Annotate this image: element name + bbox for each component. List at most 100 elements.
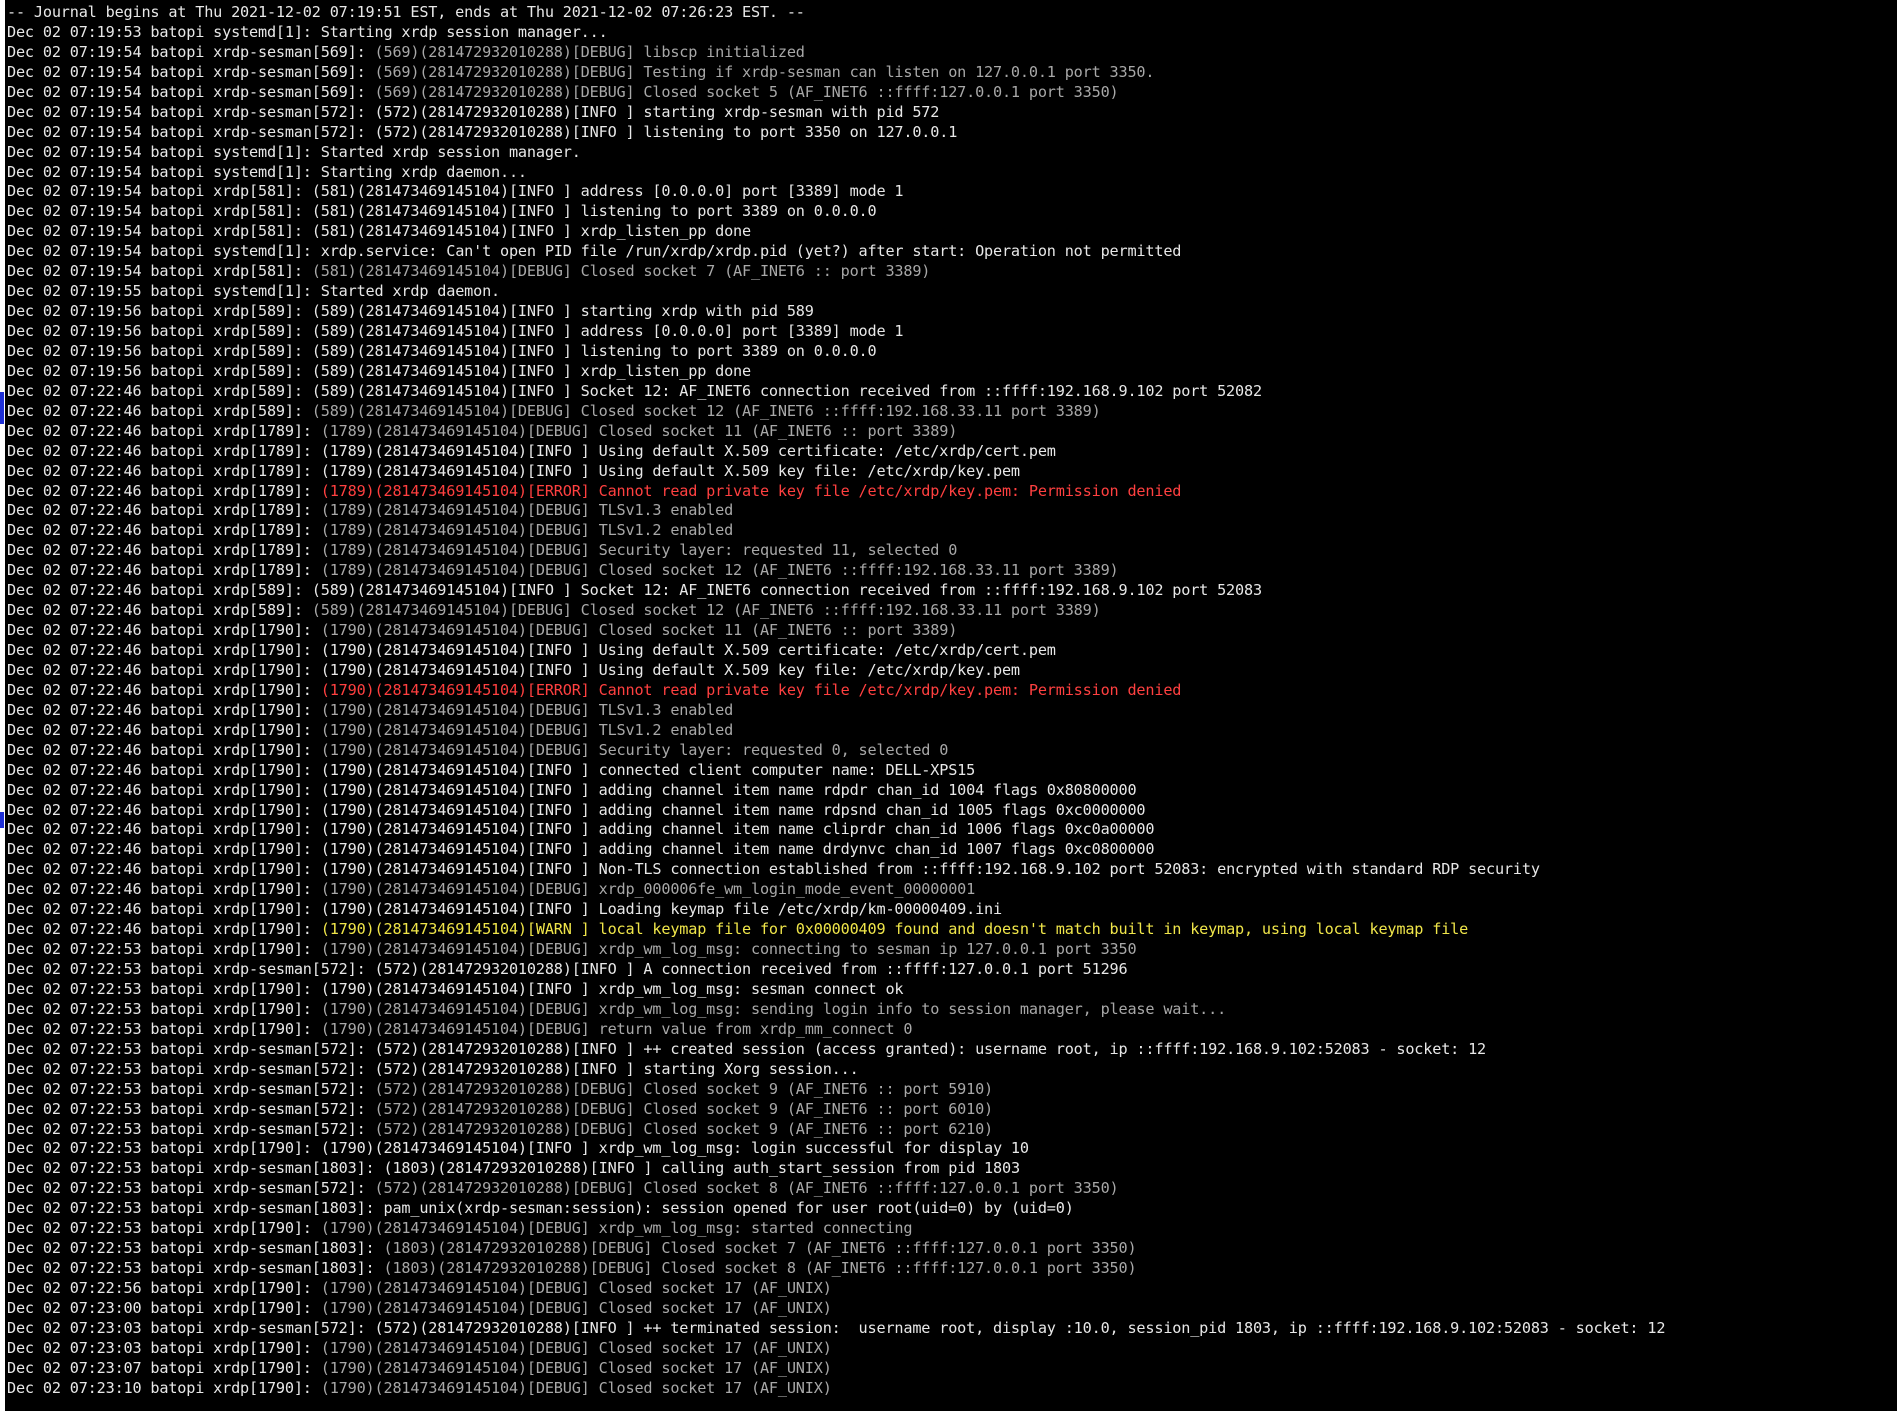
log-line-message: (1789)(281473469145104)[INFO ] Using def…	[320, 461, 1020, 480]
log-line: Dec 02 07:22:53 batopi xrdp-sesman[572]:…	[7, 1120, 1897, 1140]
log-line-prefix: Dec 02 07:22:53 batopi xrdp-sesman[572]:	[7, 1179, 375, 1198]
log-line-prefix: Dec 02 07:19:54 batopi xrdp-sesman[572]:	[7, 122, 375, 141]
log-line-message: (1790)(281473469145104)[INFO ] xrdp_wm_l…	[320, 979, 904, 998]
log-line-prefix: Dec 02 07:19:54 batopi xrdp[581]:	[7, 182, 312, 201]
log-line: Dec 02 07:19:54 batopi xrdp[581]: (581)(…	[7, 262, 1897, 282]
log-line-prefix: Dec 02 07:22:46 batopi xrdp[1790]:	[7, 880, 321, 899]
log-line-message: (589)(281473469145104)[INFO ] address [0…	[311, 322, 904, 340]
log-line: Dec 02 07:22:46 batopi xrdp[1789]: (1789…	[7, 521, 1897, 541]
log-line-prefix: Dec 02 07:19:56 batopi xrdp[589]:	[7, 341, 312, 360]
log-line: Dec 02 07:22:46 batopi xrdp[1790]: (1790…	[7, 661, 1897, 681]
log-line-message: (1790)(281473469145104)[INFO ] Non-TLS c…	[320, 860, 1540, 879]
log-line-message: (1803)(281472932010288)[DEBUG] Closed so…	[383, 1239, 1137, 1258]
log-line: Dec 02 07:19:54 batopi xrdp[581]: (581)(…	[7, 222, 1897, 242]
log-line: Dec 02 07:22:46 batopi xrdp[589]: (589)(…	[7, 581, 1897, 601]
log-line-prefix: Dec 02 07:22:46 batopi xrdp[589]:	[7, 381, 312, 400]
log-line-message: (1790)(281473469145104)[DEBUG] Closed so…	[320, 1279, 832, 1297]
log-line: Dec 02 07:22:46 batopi xrdp[1790]: (1790…	[7, 641, 1897, 661]
log-line-message: (1789)(281473469145104)[DEBUG] TLSv1.2 e…	[320, 521, 734, 540]
log-line-message: (572)(281472932010288)[DEBUG] Closed soc…	[374, 1099, 994, 1118]
log-line-message: Started xrdp session manager.	[320, 142, 581, 161]
log-line: Dec 02 07:22:46 batopi xrdp[1789]: (1789…	[7, 442, 1897, 462]
log-line-prefix: Dec 02 07:22:46 batopi xrdp[1790]:	[7, 740, 321, 759]
log-line-message: (569)(281472932010288)[DEBUG] Closed soc…	[374, 82, 1119, 101]
log-line-prefix: Dec 02 07:22:46 batopi xrdp[1789]:	[7, 461, 321, 480]
log-line: Dec 02 07:22:46 batopi xrdp[1789]: (1789…	[7, 482, 1897, 502]
log-line-prefix: Dec 02 07:22:46 batopi xrdp[589]:	[7, 401, 312, 420]
log-line-prefix: Dec 02 07:22:46 batopi xrdp[1789]:	[7, 521, 321, 540]
log-line-prefix: Dec 02 07:22:53 batopi xrdp-sesman[1803]…	[7, 1239, 384, 1258]
log-line-prefix: Dec 02 07:22:56 batopi xrdp[1790]:	[7, 1279, 321, 1297]
log-line: Dec 02 07:23:00 batopi xrdp[1790]: (1790…	[7, 1299, 1897, 1319]
log-line-prefix: Dec 02 07:22:46 batopi xrdp[1790]:	[7, 920, 321, 939]
log-line: Dec 02 07:23:10 batopi xrdp[1790]: (1790…	[7, 1379, 1897, 1399]
log-line: Dec 02 07:22:53 batopi xrdp[1790]: (1790…	[7, 980, 1897, 1000]
log-line-message: (572)(281472932010288)[INFO ] listening …	[374, 122, 958, 141]
log-line: Dec 02 07:19:54 batopi xrdp-sesman[569]:…	[7, 43, 1897, 63]
log-line-prefix: Dec 02 07:19:54 batopi xrdp-sesman[569]:	[7, 62, 375, 81]
log-line-prefix: Dec 02 07:22:46 batopi xrdp[1790]:	[7, 860, 321, 879]
log-line: Dec 02 07:19:54 batopi xrdp-sesman[569]:…	[7, 63, 1897, 83]
log-line-message: (1789)(281473469145104)[DEBUG] Closed so…	[320, 421, 958, 440]
log-line-prefix: Dec 02 07:22:53 batopi xrdp[1790]:	[7, 999, 321, 1018]
log-line: Dec 02 07:22:53 batopi xrdp-sesman[1803]…	[7, 1159, 1897, 1179]
log-line: Dec 02 07:19:56 batopi xrdp[589]: (589)(…	[7, 362, 1897, 382]
log-line-message: Started xrdp daemon.	[320, 282, 501, 301]
log-line-message: (1790)(281473469145104)[DEBUG] Closed so…	[320, 1378, 832, 1397]
log-line-prefix: Dec 02 07:22:46 batopi xrdp[589]:	[7, 581, 312, 600]
log-line-prefix: Dec 02 07:23:03 batopi xrdp[1790]:	[7, 1338, 321, 1357]
log-line: Dec 02 07:19:54 batopi xrdp[581]: (581)(…	[7, 182, 1897, 202]
log-line-message: (569)(281472932010288)[DEBUG] Testing if…	[374, 62, 1155, 81]
log-line-message: (1803)(281472932010288)[DEBUG] Closed so…	[383, 1259, 1137, 1278]
log-line-prefix: Dec 02 07:22:53 batopi xrdp-sesman[1803]…	[7, 1259, 384, 1278]
log-line: Dec 02 07:23:07 batopi xrdp[1790]: (1790…	[7, 1359, 1897, 1379]
log-line-message: (1790)(281473469145104)[INFO ] xrdp_wm_l…	[320, 1139, 1029, 1158]
log-line-prefix: Dec 02 07:22:53 batopi xrdp-sesman[572]:	[7, 1119, 375, 1138]
log-line-prefix: Dec 02 07:19:56 batopi xrdp[589]:	[7, 302, 312, 321]
log-line-message: (1790)(281473469145104)[INFO ] Using def…	[320, 660, 1020, 679]
log-line: Dec 02 07:19:54 batopi systemd[1]: Start…	[7, 163, 1897, 183]
log-line-prefix: Dec 02 07:22:46 batopi xrdp[1790]:	[7, 641, 321, 659]
log-line: Dec 02 07:22:53 batopi xrdp-sesman[572]:…	[7, 960, 1897, 980]
log-line-message: (1790)(281473469145104)[INFO ] connected…	[320, 760, 976, 779]
log-line-message: (572)(281472932010288)[DEBUG] Closed soc…	[374, 1079, 994, 1098]
log-line-message: (572)(281472932010288)[DEBUG] Closed soc…	[374, 1119, 994, 1138]
log-line-prefix: Dec 02 07:19:56 batopi xrdp[589]:	[7, 322, 312, 340]
log-line-message: (589)(281473469145104)[DEBUG] Closed soc…	[311, 401, 1101, 420]
log-line-message: (1790)(281473469145104)[DEBUG] TLSv1.3 e…	[320, 700, 734, 719]
log-line: Dec 02 07:22:46 batopi xrdp[1790]: (1790…	[7, 721, 1897, 741]
log-line: Dec 02 07:22:53 batopi xrdp[1790]: (1790…	[7, 1219, 1897, 1239]
log-line: Dec 02 07:19:56 batopi xrdp[589]: (589)(…	[7, 322, 1897, 342]
log-line-prefix: Dec 02 07:22:46 batopi xrdp[1790]:	[7, 780, 321, 799]
log-line: Dec 02 07:22:46 batopi xrdp[1790]: (1790…	[7, 701, 1897, 721]
log-line-message: (1789)(281473469145104)[DEBUG] Security …	[320, 541, 958, 560]
log-line-prefix: Dec 02 07:22:46 batopi xrdp[1790]:	[7, 760, 321, 779]
window-left-border	[0, 0, 5, 1411]
log-line-prefix: Dec 02 07:23:03 batopi xrdp-sesman[572]:	[7, 1318, 375, 1337]
log-line-prefix: Dec 02 07:22:46 batopi xrdp[1790]:	[7, 800, 321, 819]
journal-log: -- Journal begins at Thu 2021-12-02 07:1…	[7, 3, 1897, 1399]
log-line-message: pam_unix(xrdp-sesman:session): session o…	[383, 1199, 1074, 1218]
log-line-prefix: Dec 02 07:22:53 batopi xrdp[1790]:	[7, 1139, 321, 1158]
log-line-prefix: Dec 02 07:22:53 batopi xrdp[1790]:	[7, 979, 321, 998]
log-line-prefix: Dec 02 07:19:55 batopi systemd[1]:	[7, 282, 321, 301]
log-line-message: (1790)(281473469145104)[DEBUG] xrdp_wm_l…	[320, 1219, 913, 1238]
log-line-prefix: Dec 02 07:22:46 batopi xrdp[1790]:	[7, 900, 321, 919]
log-line-prefix: Dec 02 07:22:53 batopi xrdp-sesman[1803]…	[7, 1159, 384, 1178]
log-line-prefix: Dec 02 07:22:46 batopi xrdp[1789]:	[7, 561, 321, 580]
log-line-message: (1790)(281473469145104)[DEBUG] Closed so…	[320, 1298, 832, 1317]
log-line: Dec 02 07:22:53 batopi xrdp[1790]: (1790…	[7, 1020, 1897, 1040]
log-line: Dec 02 07:22:46 batopi xrdp[1790]: (1790…	[7, 820, 1897, 840]
log-line: Dec 02 07:22:46 batopi xrdp[1790]: (1790…	[7, 681, 1897, 701]
log-line-message: (1790)(281473469145104)[DEBUG] return va…	[320, 1019, 913, 1038]
log-line-message: Starting xrdp daemon...	[320, 162, 527, 181]
log-line-prefix: Dec 02 07:22:53 batopi xrdp[1790]:	[7, 1219, 321, 1238]
log-line-prefix: Dec 02 07:22:53 batopi xrdp-sesman[572]:	[7, 1099, 375, 1118]
log-line: Dec 02 07:22:46 batopi xrdp[589]: (589)(…	[7, 601, 1897, 621]
log-line: Dec 02 07:19:54 batopi systemd[1]: Start…	[7, 143, 1897, 163]
log-line: Dec 02 07:22:53 batopi xrdp[1790]: (1790…	[7, 940, 1897, 960]
log-line: Dec 02 07:22:46 batopi xrdp[1790]: (1790…	[7, 801, 1897, 821]
log-line: Dec 02 07:19:54 batopi xrdp[581]: (581)(…	[7, 202, 1897, 222]
log-line: Dec 02 07:19:53 batopi systemd[1]: Start…	[7, 23, 1897, 43]
log-line-message: (1790)(281473469145104)[DEBUG] Closed so…	[320, 621, 958, 640]
